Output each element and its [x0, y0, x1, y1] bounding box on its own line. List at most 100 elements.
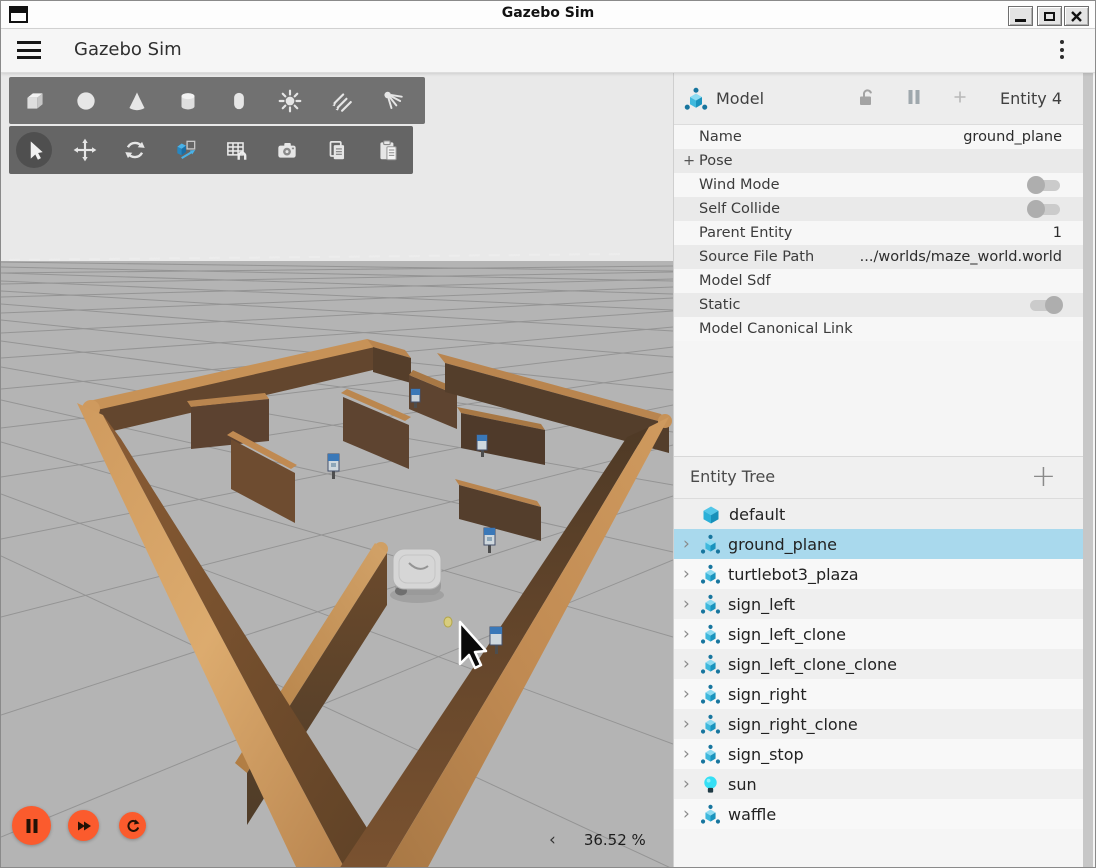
model-icon [684, 87, 708, 111]
pause-button[interactable] [12, 806, 51, 845]
pause-updates-icon[interactable] [906, 88, 922, 106]
select-tool-button[interactable] [9, 128, 60, 172]
property-row-source-file-path[interactable]: Source File Path.../worlds/maze_world.wo… [674, 245, 1084, 269]
turtlebot-robot[interactable] [390, 549, 444, 603]
cone-tool-button[interactable] [111, 79, 162, 123]
world-icon [700, 503, 722, 525]
panel-scrollbar[interactable] [1083, 73, 1093, 868]
tree-item-sign_left_clone_clone[interactable]: › sign_left_clone_clone [674, 649, 1084, 679]
entity-tree-title: Entity Tree [690, 467, 775, 486]
snap-grid-icon [223, 137, 249, 163]
pause-icon [22, 816, 42, 836]
kebab-menu-icon[interactable] [1055, 40, 1069, 64]
chevron-right-icon[interactable]: › [683, 714, 697, 734]
rtf-display: ‹ 36.52 % [549, 830, 646, 850]
render-viewport[interactable]: ‹ 36.52 % [1, 73, 673, 868]
tree-item-turtlebot3_plaza[interactable]: › turtlebot3_plaza [674, 559, 1084, 589]
property-row-static[interactable]: Static [674, 293, 1084, 317]
translate-icon [72, 137, 98, 163]
snap-grid-button[interactable] [211, 128, 262, 172]
hamburger-icon[interactable] [17, 41, 43, 61]
static-toggle[interactable] [1030, 300, 1060, 311]
model-icon [700, 684, 721, 705]
spot-light-button[interactable] [366, 79, 417, 123]
tree-item-sign_right_clone[interactable]: › sign_right_clone [674, 709, 1084, 739]
step-button[interactable] [68, 810, 99, 841]
model-icon [700, 594, 721, 615]
tree-item-sign_stop[interactable]: › sign_stop [674, 739, 1084, 769]
paste-button[interactable] [363, 128, 414, 172]
chevron-right-icon[interactable]: › [683, 774, 697, 794]
rtf-value: 36.52 % [584, 831, 646, 849]
property-row-model-canonical-link[interactable]: Model Canonical Link [674, 317, 1084, 341]
tree-item-waffle[interactable]: › waffle [674, 799, 1084, 829]
copy-button[interactable] [312, 128, 363, 172]
step-icon [75, 817, 93, 835]
light-icon [700, 774, 721, 795]
add-entity-button[interactable]: + [1031, 459, 1056, 494]
tree-item-default[interactable]: default [674, 499, 1084, 529]
point-light-button[interactable] [264, 79, 315, 123]
reset-button[interactable] [119, 812, 146, 839]
chevron-right-icon[interactable]: › [683, 654, 697, 674]
box-tool-button[interactable] [9, 79, 60, 123]
property-row-parent-entity[interactable]: Parent Entity1 [674, 221, 1084, 245]
model-icon [700, 624, 721, 645]
sphere-tool-button[interactable] [60, 79, 111, 123]
chevron-right-icon[interactable]: › [683, 804, 697, 824]
chevron-right-icon[interactable]: › [683, 564, 697, 584]
tree-item-sign_left[interactable]: › sign_left [674, 589, 1084, 619]
align-tool-button[interactable] [161, 128, 212, 172]
gazebo-window: Gazebo Sim Gazebo Sim [0, 0, 1096, 868]
capsule-tool-button[interactable] [213, 79, 264, 123]
camera-icon [274, 137, 300, 163]
cylinder-tool-button[interactable] [162, 79, 213, 123]
wind-mode-toggle[interactable] [1030, 180, 1060, 191]
property-row-wind-mode[interactable]: Wind Mode [674, 173, 1084, 197]
self-collide-toggle[interactable] [1030, 204, 1060, 215]
screenshot-button[interactable] [262, 128, 313, 172]
property-row-name[interactable]: Nameground_plane [674, 125, 1084, 149]
tree-item-sign_left_clone[interactable]: › sign_left_clone [674, 619, 1084, 649]
tree-item-ground_plane[interactable]: › ground_plane [674, 529, 1084, 559]
entity-label: Entity 4 [1000, 89, 1062, 108]
minimize-button[interactable] [1008, 6, 1033, 26]
unlock-icon[interactable] [856, 87, 876, 107]
capsule-icon [226, 88, 252, 114]
model-icon [700, 744, 721, 765]
expand-icon[interactable]: + [683, 153, 695, 169]
close-icon [1070, 10, 1083, 23]
property-row-pose[interactable]: +Pose [674, 149, 1084, 173]
chevron-right-icon[interactable]: › [683, 744, 697, 764]
app-title: Gazebo Sim [74, 39, 182, 60]
chevron-right-icon[interactable]: › [683, 624, 697, 644]
chevron-right-icon[interactable]: › [683, 534, 697, 554]
model-icon [700, 564, 721, 585]
minimize-icon [1015, 19, 1026, 22]
translate-tool-button[interactable] [60, 128, 111, 172]
box-icon [22, 88, 48, 114]
chevron-right-icon[interactable]: › [683, 594, 697, 614]
window-title: Gazebo Sim [1, 5, 1095, 21]
add-component-icon[interactable] [952, 89, 968, 105]
component-inspector-header: Model Entity 4 [674, 73, 1084, 125]
chevron-right-icon[interactable]: › [683, 684, 697, 704]
property-row-model-sdf[interactable]: Model Sdf [674, 269, 1084, 293]
title-bar: Gazebo Sim [1, 1, 1095, 29]
directional-light-button[interactable] [315, 79, 366, 123]
align-icon [173, 137, 199, 163]
point-light-icon [277, 88, 303, 114]
maximize-button[interactable] [1037, 6, 1062, 26]
property-row-self-collide[interactable]: Self Collide [674, 197, 1084, 221]
app-bar: Gazebo Sim [1, 29, 1095, 73]
model-icon [700, 534, 721, 555]
tree-item-sign_right[interactable]: › sign_right [674, 679, 1084, 709]
rotate-tool-button[interactable] [110, 128, 161, 172]
tree-item-sun[interactable]: › sun [674, 769, 1084, 799]
close-button[interactable] [1064, 6, 1089, 26]
maximize-icon [1044, 12, 1055, 21]
sphere-icon [73, 88, 99, 114]
inspector-title: Model [716, 89, 764, 108]
rtf-collapse-chevron[interactable]: ‹ [549, 830, 556, 850]
model-icon [700, 654, 721, 675]
